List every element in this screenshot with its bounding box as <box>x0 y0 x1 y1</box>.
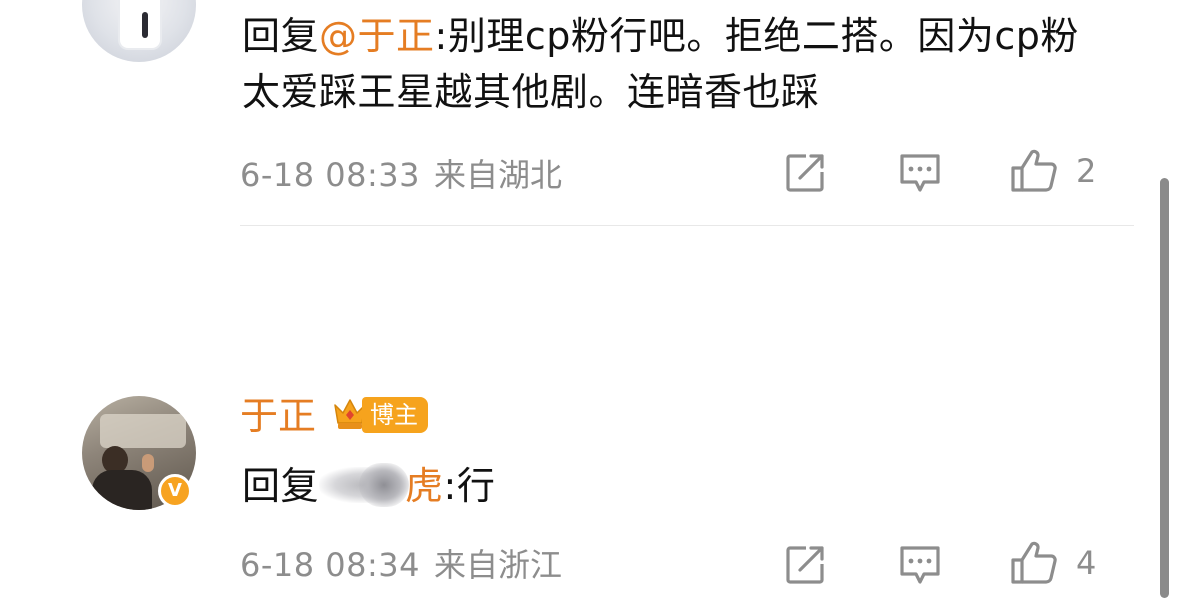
blur-smudge <box>359 463 410 507</box>
comment-location: 来自浙江 <box>434 546 563 584</box>
blogger-badge: 博主 <box>362 397 428 433</box>
thumbs-up-icon[interactable] <box>1010 540 1058 586</box>
comment-icon[interactable] <box>898 544 942 586</box>
commenter-username[interactable]: 于正 <box>240 388 316 444</box>
comment-location: 来自湖北 <box>434 156 563 194</box>
avatar-person-body <box>92 470 152 510</box>
comment-body: 回复@于正:别理cp粉行吧。拒绝二搭。因为cp粉太爱踩王星越其他剧。连暗香也踩 <box>242 8 1112 120</box>
blurred-mention <box>319 461 410 507</box>
reply-prefix: 回复 <box>242 464 320 508</box>
share-icon[interactable] <box>784 544 826 586</box>
like-count: 2 <box>1076 152 1097 190</box>
avatar-person-hand <box>142 454 154 472</box>
comment-time: 6-18 08:34 <box>240 546 421 584</box>
microphone-shape <box>142 12 148 38</box>
reply-prefix: 回复 <box>242 14 320 58</box>
verified-badge-icon: V <box>158 474 192 508</box>
comment-body: 回复 虎:行 <box>242 458 1122 514</box>
commenter-avatar[interactable] <box>82 0 196 62</box>
comment-icon[interactable] <box>898 152 942 194</box>
scrollbar[interactable] <box>1160 178 1169 598</box>
like-count: 4 <box>1076 544 1097 582</box>
comment-time: 6-18 08:33 <box>240 156 421 194</box>
thumbs-up-icon[interactable] <box>1010 148 1058 194</box>
comment-meta: 6-18 08:33 来自湖北 <box>240 150 562 196</box>
mention-link[interactable]: @于正 <box>319 14 435 58</box>
comment-text: :行 <box>443 464 496 508</box>
comment-meta: 6-18 08:34 来自浙江 <box>240 540 562 586</box>
comment-divider <box>240 225 1134 226</box>
avatar-background-sign <box>100 414 186 448</box>
share-icon[interactable] <box>784 152 826 194</box>
mention-link[interactable]: 虎 <box>405 464 444 508</box>
avatar-figure <box>120 0 160 48</box>
